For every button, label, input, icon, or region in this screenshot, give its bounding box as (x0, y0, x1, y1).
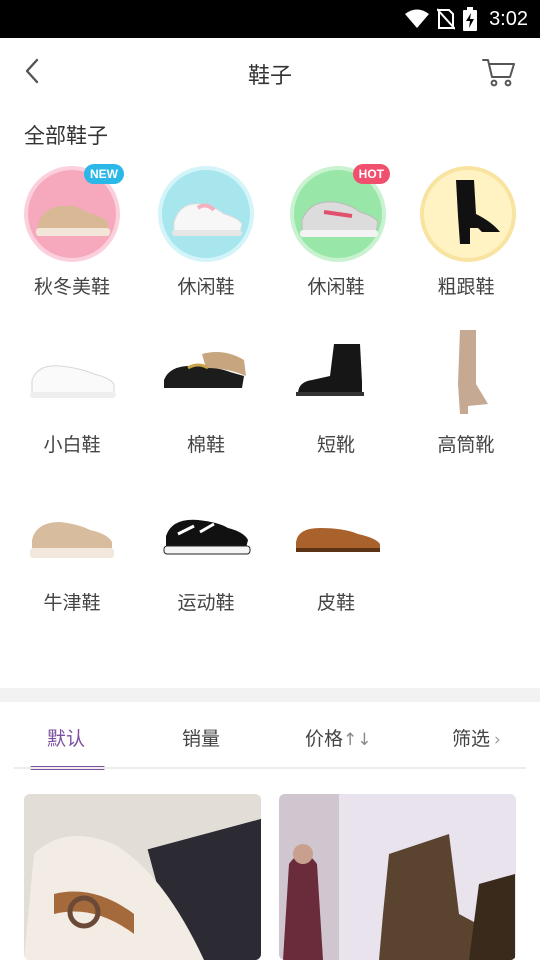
category-image (290, 482, 386, 578)
product-image (279, 794, 516, 960)
status-icons: 3:02 (405, 0, 528, 38)
status-time: 3:02 (489, 7, 528, 30)
category-item[interactable]: 牛津鞋 (0, 476, 132, 626)
category-image (24, 324, 120, 420)
category-image (420, 166, 516, 262)
white-sneaker-icon (30, 365, 116, 398)
category-image (420, 324, 516, 420)
category-label: 牛津鞋 (43, 592, 101, 614)
category-label: 休闲鞋 (177, 276, 235, 298)
category-label: 运动鞋 (177, 592, 235, 614)
oxford-icon (30, 522, 114, 558)
sort-bar: 默认 销量 价格↑↓ 筛选 › (0, 702, 540, 770)
category-label: 皮鞋 (316, 592, 355, 614)
tab-sales[interactable]: 销量 (182, 724, 220, 751)
category-label: 棉鞋 (186, 434, 225, 456)
category-image (290, 324, 386, 420)
category-label: 粗跟鞋 (437, 276, 495, 298)
product-card[interactable] (24, 794, 261, 960)
category-item[interactable]: 短靴 (264, 318, 396, 468)
chevron-right-icon: › (494, 730, 501, 750)
category-label: 小白鞋 (43, 434, 101, 456)
product-card[interactable] (279, 794, 516, 960)
sports-shoe-icon (163, 519, 251, 555)
navigation-bar: 鞋子 (0, 38, 540, 106)
category-image (158, 482, 254, 578)
sneaker-icon (172, 203, 243, 236)
category-item[interactable]: NEW 秋冬美鞋 (0, 160, 132, 310)
product-image (24, 794, 261, 960)
category-label: 短靴 (316, 434, 355, 456)
category-item[interactable]: 皮鞋 (264, 476, 396, 626)
sort-bar-divider (14, 767, 526, 769)
boot-icon (456, 180, 500, 244)
category-item[interactable]: 休闲鞋 (132, 160, 264, 310)
category-image (24, 482, 120, 578)
category-image (158, 166, 254, 262)
leather-shoe-icon (296, 528, 380, 552)
section-divider (0, 688, 540, 702)
tab-default[interactable]: 默认 (47, 724, 85, 751)
loafer-icon (164, 352, 246, 388)
no-sim-icon (437, 8, 456, 30)
tab-filter[interactable]: 筛选 › (452, 724, 501, 751)
category-label: 秋冬美鞋 (33, 276, 110, 298)
status-bar: 3:02 (0, 0, 540, 38)
category-image: HOT (290, 164, 390, 262)
ankle-boot-icon (296, 344, 364, 396)
category-item[interactable]: 运动鞋 (132, 476, 264, 626)
category-item[interactable]: HOT 休闲鞋 (264, 160, 396, 310)
category-label: 高筒靴 (437, 434, 495, 456)
category-item[interactable]: 高筒靴 (396, 318, 528, 468)
cart-icon[interactable] (482, 56, 516, 88)
category-item[interactable]: 小白鞋 (0, 318, 132, 468)
sort-arrows-icon: ↑↓ (343, 730, 372, 750)
section-title: 全部鞋子 (24, 124, 108, 148)
tab-filter-label: 筛选 (452, 728, 491, 750)
wifi-icon (405, 9, 430, 28)
tab-price[interactable]: 价格↑↓ (305, 724, 372, 751)
badge: HOT (352, 164, 390, 184)
category-item[interactable]: 棉鞋 (132, 318, 264, 468)
tab-price-label: 价格 (305, 728, 344, 750)
category-item[interactable]: 粗跟鞋 (396, 160, 528, 310)
badge: NEW (84, 164, 124, 184)
category-label: 休闲鞋 (307, 276, 365, 298)
tall-boot-icon (458, 330, 488, 414)
page-title: 鞋子 (247, 64, 292, 89)
category-image: NEW (24, 164, 124, 262)
battery-charging-icon (463, 7, 478, 31)
category-image (158, 324, 254, 420)
